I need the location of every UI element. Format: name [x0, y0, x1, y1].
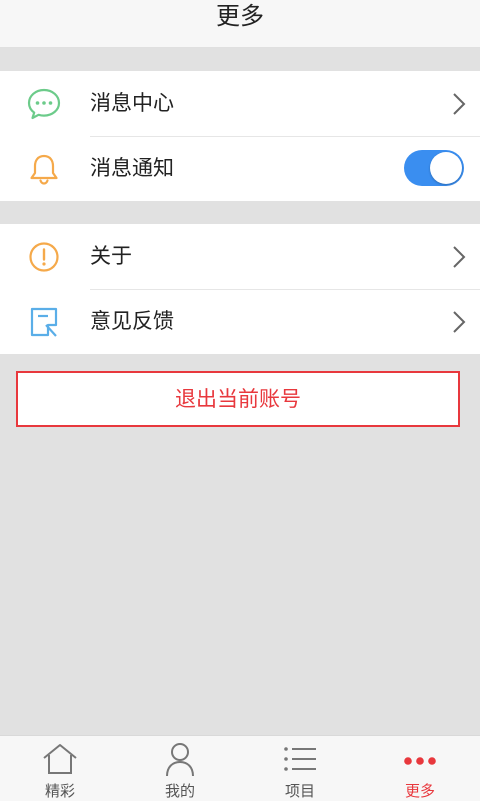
home-icon: [43, 744, 77, 774]
more-dots-icon: [404, 757, 436, 765]
chevron-right-icon: [453, 93, 466, 115]
tab-featured[interactable]: 精彩: [0, 736, 120, 801]
list-icon: [284, 747, 316, 771]
settings-group-about: 关于 意见反馈: [0, 224, 480, 354]
row-feedback[interactable]: 意见反馈: [0, 289, 480, 354]
tab-label: 更多: [404, 782, 435, 800]
row-message-center[interactable]: 消息中心: [0, 71, 480, 136]
top-bar: 更多: [0, 0, 480, 48]
tab-label: 精彩: [44, 782, 75, 800]
tab-more[interactable]: 更多: [360, 736, 480, 801]
row-label: 消息通知: [90, 156, 174, 180]
user-icon: [166, 743, 194, 777]
feedback-icon: [30, 307, 58, 337]
row-message-notify: 消息通知: [0, 136, 480, 201]
chevron-right-icon: [453, 311, 466, 333]
logout-button[interactable]: 退出当前账号: [16, 371, 460, 427]
row-about[interactable]: 关于: [0, 224, 480, 289]
bottom-tab-bar: 精彩 我的 项目 更多: [0, 735, 480, 801]
row-label: 消息中心: [90, 91, 174, 115]
row-label: 关于: [90, 244, 132, 268]
notification-toggle[interactable]: [404, 150, 464, 186]
tab-label: 项目: [284, 782, 315, 800]
tab-projects[interactable]: 项目: [240, 736, 360, 801]
chat-bubble-icon: [27, 88, 61, 120]
tab-label: 我的: [164, 782, 195, 800]
info-circle-icon: [29, 242, 59, 272]
chevron-right-icon: [453, 246, 466, 268]
settings-group-messages: 消息中心 消息通知: [0, 71, 480, 201]
page-title: 更多: [216, 2, 264, 30]
row-label: 意见反馈: [90, 309, 174, 333]
tab-mine[interactable]: 我的: [120, 736, 240, 801]
toggle-knob: [430, 152, 462, 184]
bell-icon: [30, 154, 58, 185]
